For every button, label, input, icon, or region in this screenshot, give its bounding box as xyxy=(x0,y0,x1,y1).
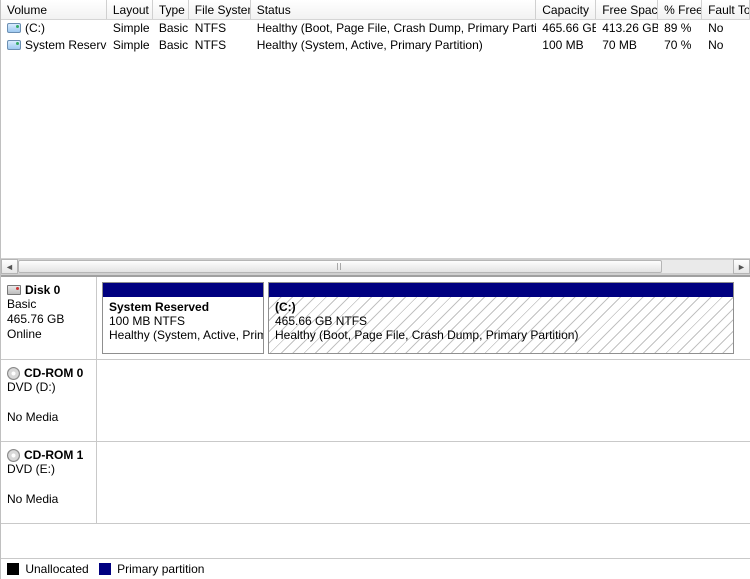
disk-info[interactable]: CD-ROM 1DVD (E:) No Media xyxy=(1,442,97,523)
col-header-status[interactable]: Status xyxy=(251,0,537,19)
scroll-right-button[interactable]: ► xyxy=(733,259,750,274)
disk-graphic-panel: Disk 0Basic465.76 GBOnlineSystem Reserve… xyxy=(1,275,750,558)
disk-title: CD-ROM 1 xyxy=(7,448,90,462)
volume-name-cell: System Reserved xyxy=(1,37,107,54)
disk-info[interactable]: Disk 0Basic465.76 GBOnline xyxy=(1,277,97,359)
disk-title-text: Disk 0 xyxy=(25,283,60,297)
volume-capacity: 100 MB xyxy=(536,37,596,54)
disk-body: System Reserved100 MB NTFSHealthy (Syste… xyxy=(97,277,750,359)
volume-layout: Simple xyxy=(107,37,153,54)
col-header-pctfree[interactable]: % Free xyxy=(658,0,702,19)
volume-type: Basic xyxy=(153,37,189,54)
scroll-track[interactable] xyxy=(18,259,733,274)
disk-row: CD-ROM 1DVD (E:) No Media xyxy=(1,442,750,524)
disk-type: DVD (D:) xyxy=(7,380,90,395)
disk-title: CD-ROM 0 xyxy=(7,366,90,380)
col-header-freespace[interactable]: Free Space xyxy=(596,0,658,19)
disk-type: Basic xyxy=(7,297,90,312)
volume-list-header[interactable]: Volume Layout Type File System Status Ca… xyxy=(1,0,750,20)
partition-size: 465.66 GB NTFS xyxy=(275,314,727,328)
disk-info[interactable]: CD-ROM 0DVD (D:) No Media xyxy=(1,360,97,441)
col-header-layout[interactable]: Layout xyxy=(107,0,153,19)
volume-filesystem: NTFS xyxy=(189,37,251,54)
partition-size: 100 MB NTFS xyxy=(109,314,257,328)
drive-icon xyxy=(7,40,21,50)
disk-state: No Media xyxy=(7,492,90,507)
disk-body xyxy=(97,442,750,523)
disk-state: Online xyxy=(7,327,90,342)
col-header-filesystem[interactable]: File System xyxy=(189,0,251,19)
partition-content: System Reserved100 MB NTFSHealthy (Syste… xyxy=(103,297,263,353)
optical-disc-icon xyxy=(7,367,20,380)
disk-management-window: Volume Layout Type File System Status Ca… xyxy=(0,0,750,579)
partition-status: Healthy (System, Active, Primary Partiti… xyxy=(109,328,257,342)
legend-primary-label: Primary partition xyxy=(117,562,204,576)
disk-capacity: 465.76 GB xyxy=(7,312,90,327)
partition-name: (C:) xyxy=(275,300,727,314)
primary-swatch-icon xyxy=(99,563,111,575)
disk-state: No Media xyxy=(7,410,90,425)
partition-content: (C:)465.66 GB NTFSHealthy (Boot, Page Fi… xyxy=(269,297,733,353)
disk-title-text: CD-ROM 0 xyxy=(24,366,83,380)
scroll-thumb[interactable] xyxy=(18,260,662,273)
hard-disk-icon xyxy=(7,285,21,295)
volume-type: Basic xyxy=(153,20,189,37)
disk-row: Disk 0Basic465.76 GBOnlineSystem Reserve… xyxy=(1,277,750,360)
volume-row[interactable]: System ReservedSimpleBasicNTFSHealthy (S… xyxy=(1,37,750,54)
unallocated-swatch-icon xyxy=(7,563,19,575)
col-header-volume[interactable]: Volume xyxy=(1,0,107,19)
volume-name: (C:) xyxy=(25,21,45,35)
optical-disc-icon xyxy=(7,449,20,462)
legend-primary: Primary partition xyxy=(99,562,205,576)
disk-row: CD-ROM 0DVD (D:) No Media xyxy=(1,360,750,442)
horizontal-scrollbar[interactable]: ◄ ► xyxy=(1,258,750,275)
disk-type: DVD (E:) xyxy=(7,462,90,477)
volume-capacity: 465.66 GB xyxy=(536,20,596,37)
partition-box[interactable]: (C:)465.66 GB NTFSHealthy (Boot, Page Fi… xyxy=(268,282,734,354)
volume-fault: No xyxy=(702,20,750,37)
disk-title-text: CD-ROM 1 xyxy=(24,448,83,462)
volume-name: System Reserved xyxy=(25,38,107,52)
partition-name: System Reserved xyxy=(109,300,257,314)
drive-icon xyxy=(7,23,21,33)
partition-strip: System Reserved100 MB NTFSHealthy (Syste… xyxy=(102,282,744,354)
volume-row[interactable]: (C:) SimpleBasicNTFSHealthy (Boot, Page F… xyxy=(1,20,750,37)
legend: Unallocated Primary partition xyxy=(1,558,750,579)
disk-body xyxy=(97,360,750,441)
volume-freespace: 413.26 GB xyxy=(596,20,658,37)
partition-color-bar xyxy=(269,283,733,297)
scroll-left-button[interactable]: ◄ xyxy=(1,259,18,274)
legend-unallocated-label: Unallocated xyxy=(25,562,88,576)
volume-pctfree: 70 % xyxy=(658,37,702,54)
volume-fault: No xyxy=(702,37,750,54)
disk-title: Disk 0 xyxy=(7,283,90,297)
col-header-type[interactable]: Type xyxy=(153,0,189,19)
partition-status: Healthy (Boot, Page File, Crash Dump, Pr… xyxy=(275,328,727,342)
volume-filesystem: NTFS xyxy=(189,20,251,37)
volume-layout: Simple xyxy=(107,20,153,37)
volume-list[interactable]: Volume Layout Type File System Status Ca… xyxy=(1,0,750,258)
partition-box[interactable]: System Reserved100 MB NTFSHealthy (Syste… xyxy=(102,282,264,354)
volume-status: Healthy (Boot, Page File, Crash Dump, Pr… xyxy=(251,20,537,37)
volume-pctfree: 89 % xyxy=(658,20,702,37)
volume-status: Healthy (System, Active, Primary Partiti… xyxy=(251,37,537,54)
volume-freespace: 70 MB xyxy=(596,37,658,54)
volume-name-cell: (C:) xyxy=(1,20,107,37)
col-header-fault[interactable]: Fault Tol xyxy=(702,0,750,19)
partition-color-bar xyxy=(103,283,263,297)
legend-unallocated: Unallocated xyxy=(7,562,89,576)
col-header-capacity[interactable]: Capacity xyxy=(536,0,596,19)
